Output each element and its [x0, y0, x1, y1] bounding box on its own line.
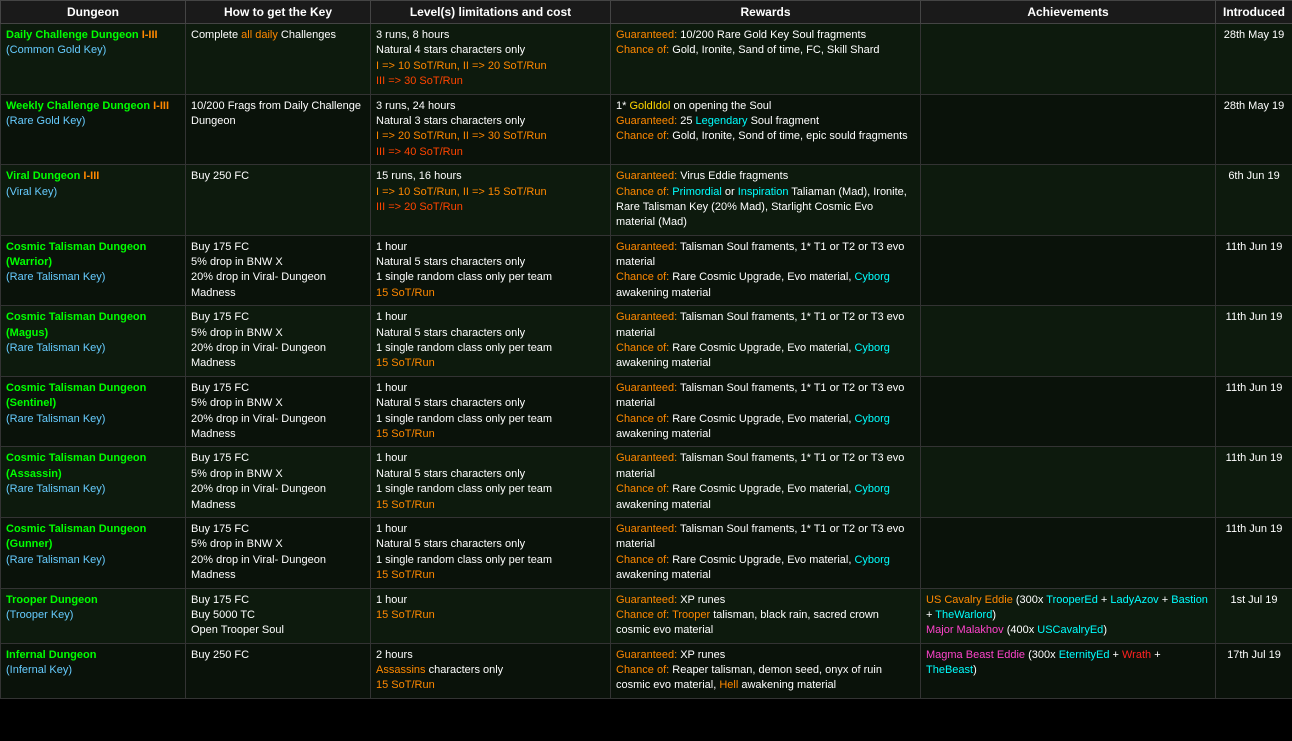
dungeon-cell: Weekly Challenge Dungeon I-III (Rare Gol…: [1, 94, 186, 165]
dungeon-cell: Cosmic Talisman Dungeon (Gunner) (Rare T…: [1, 517, 186, 588]
introduced-cell: 11th Jun 19: [1216, 235, 1292, 306]
dungeon-name: Daily Challenge Dungeon I-III: [6, 29, 158, 41]
level-cell: 1 hour Natural 5 stars characters only 1…: [371, 447, 611, 518]
dungeon-key-type: (Common Gold Key): [6, 44, 106, 56]
level-cell: 2 hours Assassins characters only 15 SoT…: [371, 643, 611, 698]
key-how-cell: Buy 175 FC 5% drop in BNW X 20% drop in …: [186, 235, 371, 306]
introduced-cell: 11th Jun 19: [1216, 376, 1292, 447]
dungeon-name: Infernal Dungeon: [6, 649, 96, 661]
dungeon-cell: Viral Dungeon I-III (Viral Key): [1, 165, 186, 236]
table-row: Cosmic Talisman Dungeon (Gunner) (Rare T…: [1, 517, 1292, 588]
level-cell: 1 hour 15 SoT/Run: [371, 588, 611, 643]
achievements-cell: [921, 306, 1216, 377]
level-cell: 3 runs, 8 hours Natural 4 stars characte…: [371, 24, 611, 95]
header-achievements: Achievements: [921, 1, 1216, 24]
dungeon-name: Weekly Challenge Dungeon I-III: [6, 100, 169, 112]
level-cell: 3 runs, 24 hours Natural 3 stars charact…: [371, 94, 611, 165]
key-how-cell: Buy 175 FC 5% drop in BNW X 20% drop in …: [186, 517, 371, 588]
key-how-cell: Complete all daily Challenges: [186, 24, 371, 95]
rewards-cell: Guaranteed: XP runes Chance of: Trooper …: [611, 588, 921, 643]
dungeon-name: Trooper Dungeon: [6, 594, 98, 606]
dungeon-cell: Cosmic Talisman Dungeon (Assassin) (Rare…: [1, 447, 186, 518]
rewards-cell: Guaranteed: Virus Eddie fragments Chance…: [611, 165, 921, 236]
header-dungeon: Dungeon: [1, 1, 186, 24]
dungeon-cell: Cosmic Talisman Dungeon (Warrior) (Rare …: [1, 235, 186, 306]
dungeon-name: Cosmic Talisman Dungeon (Assassin): [6, 452, 146, 479]
dungeon-key-type: (Infernal Key): [6, 664, 72, 676]
achievements-cell: [921, 94, 1216, 165]
dungeon-key-type: (Trooper Key): [6, 609, 73, 621]
table-row: Cosmic Talisman Dungeon (Warrior) (Rare …: [1, 235, 1292, 306]
introduced-cell: 28th May 19: [1216, 24, 1292, 95]
introduced-cell: 1st Jul 19: [1216, 588, 1292, 643]
level-cell: 15 runs, 16 hours I => 10 SoT/Run, II =>…: [371, 165, 611, 236]
achievements-cell: [921, 24, 1216, 95]
rewards-cell: Guaranteed: Talisman Soul framents, 1* T…: [611, 447, 921, 518]
header-level: Level(s) limitations and cost: [371, 1, 611, 24]
dungeon-key-type: (Rare Talisman Key): [6, 271, 105, 283]
table-row: Daily Challenge Dungeon I-III (Common Go…: [1, 24, 1292, 95]
dungeon-name: Cosmic Talisman Dungeon (Sentinel): [6, 382, 146, 409]
dungeon-name: Cosmic Talisman Dungeon (Magus): [6, 311, 146, 338]
rewards-cell: Guaranteed: XP runes Chance of: Reaper t…: [611, 643, 921, 698]
key-how-cell: Buy 250 FC: [186, 165, 371, 236]
key-how-cell: 10/200 Frags from Daily Challenge Dungeo…: [186, 94, 371, 165]
introduced-cell: 11th Jun 19: [1216, 447, 1292, 518]
level-cell: 1 hour Natural 5 stars characters only 1…: [371, 517, 611, 588]
key-how-cell: Buy 175 FC 5% drop in BNW X 20% drop in …: [186, 447, 371, 518]
level-cell: 1 hour Natural 5 stars characters only 1…: [371, 235, 611, 306]
header-key: How to get the Key: [186, 1, 371, 24]
dungeon-key-type: (Rare Gold Key): [6, 115, 85, 127]
dungeon-key-type: (Rare Talisman Key): [6, 483, 105, 495]
header-rewards: Rewards: [611, 1, 921, 24]
dungeon-cell: Cosmic Talisman Dungeon (Sentinel) (Rare…: [1, 376, 186, 447]
rewards-cell: Guaranteed: Talisman Soul framents, 1* T…: [611, 306, 921, 377]
achievements-cell: [921, 447, 1216, 518]
header-introduced: Introduced: [1216, 1, 1292, 24]
rewards-cell: Guaranteed: 10/200 Rare Gold Key Soul fr…: [611, 24, 921, 95]
dungeon-name: Cosmic Talisman Dungeon (Gunner): [6, 523, 146, 550]
introduced-cell: 28th May 19: [1216, 94, 1292, 165]
table-row: Infernal Dungeon (Infernal Key) Buy 250 …: [1, 643, 1292, 698]
dungeon-cell: Cosmic Talisman Dungeon (Magus) (Rare Ta…: [1, 306, 186, 377]
rewards-cell: Guaranteed: Talisman Soul framents, 1* T…: [611, 235, 921, 306]
table-row: Cosmic Talisman Dungeon (Sentinel) (Rare…: [1, 376, 1292, 447]
dungeon-cell: Trooper Dungeon (Trooper Key): [1, 588, 186, 643]
key-how-cell: Buy 175 FC Buy 5000 TC Open Trooper Soul: [186, 588, 371, 643]
achievements-cell: US Cavalry Eddie (300x TrooperEd + LadyA…: [921, 588, 1216, 643]
table-row: Cosmic Talisman Dungeon (Magus) (Rare Ta…: [1, 306, 1292, 377]
table-row: Trooper Dungeon (Trooper Key) Buy 175 FC…: [1, 588, 1292, 643]
dungeon-name: Cosmic Talisman Dungeon (Warrior): [6, 241, 146, 268]
key-how-cell: Buy 175 FC 5% drop in BNW X 20% drop in …: [186, 306, 371, 377]
dungeon-key-type: (Viral Key): [6, 186, 57, 198]
key-how-cell: Buy 250 FC: [186, 643, 371, 698]
achievements-cell: Magma Beast Eddie (300x EternityEd + Wra…: [921, 643, 1216, 698]
rewards-cell: Guaranteed: Talisman Soul framents, 1* T…: [611, 376, 921, 447]
introduced-cell: 17th Jul 19: [1216, 643, 1292, 698]
introduced-cell: 6th Jun 19: [1216, 165, 1292, 236]
introduced-cell: 11th Jun 19: [1216, 306, 1292, 377]
table-row: Weekly Challenge Dungeon I-III (Rare Gol…: [1, 94, 1292, 165]
dungeon-cell: Daily Challenge Dungeon I-III (Common Go…: [1, 24, 186, 95]
rewards-cell: 1* GoldIdol on opening the Soul Guarante…: [611, 94, 921, 165]
level-cell: 1 hour Natural 5 stars characters only 1…: [371, 376, 611, 447]
level-cell: 1 hour Natural 5 stars characters only 1…: [371, 306, 611, 377]
achievements-cell: [921, 165, 1216, 236]
table-row: Viral Dungeon I-III (Viral Key) Buy 250 …: [1, 165, 1292, 236]
table-row: Cosmic Talisman Dungeon (Assassin) (Rare…: [1, 447, 1292, 518]
key-how-cell: Buy 175 FC 5% drop in BNW X 20% drop in …: [186, 376, 371, 447]
dungeon-key-type: (Rare Talisman Key): [6, 413, 105, 425]
dungeon-key-type: (Rare Talisman Key): [6, 342, 105, 354]
dungeon-cell: Infernal Dungeon (Infernal Key): [1, 643, 186, 698]
introduced-cell: 11th Jun 19: [1216, 517, 1292, 588]
achievements-cell: [921, 376, 1216, 447]
achievements-cell: [921, 517, 1216, 588]
achievements-cell: [921, 235, 1216, 306]
dungeon-name: Viral Dungeon I-III: [6, 170, 99, 182]
dungeon-key-type: (Rare Talisman Key): [6, 554, 105, 566]
rewards-cell: Guaranteed: Talisman Soul framents, 1* T…: [611, 517, 921, 588]
